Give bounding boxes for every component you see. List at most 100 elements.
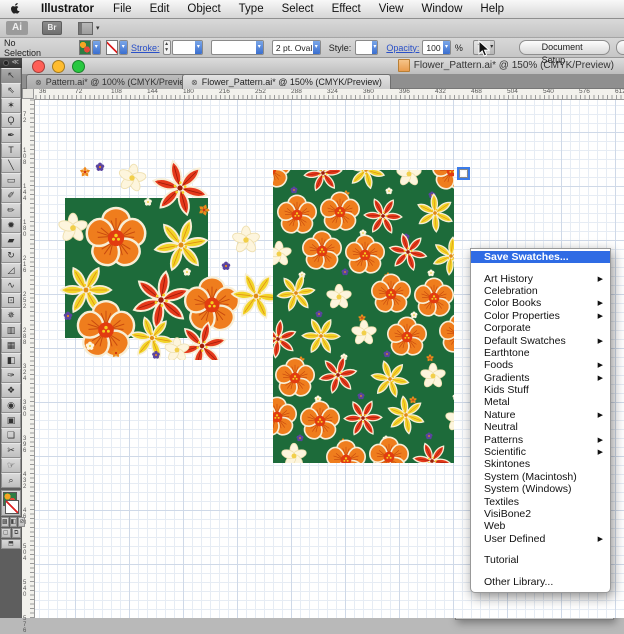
live-paint-selection-tool[interactable]: ▣ — [1, 413, 21, 428]
menu-help[interactable]: Help — [471, 0, 513, 18]
menu-item-foods[interactable]: Foods▶ — [471, 359, 610, 371]
menu-item-nature[interactable]: Nature▶ — [471, 409, 610, 421]
menu-type[interactable]: Type — [230, 0, 273, 18]
menu-effect[interactable]: Effect — [323, 0, 370, 18]
rectangle-tool[interactable]: ▭ — [1, 173, 21, 188]
menu-item-gradients[interactable]: Gradients▶ — [471, 372, 610, 384]
gradient-button[interactable]: ◧ — [10, 517, 18, 527]
menu-select[interactable]: Select — [273, 0, 323, 18]
direct-selection-tool[interactable]: ⇖ — [1, 83, 21, 98]
menu-file[interactable]: File — [104, 0, 141, 18]
stroke-color-swatch[interactable] — [106, 40, 118, 55]
menu-item-visibone2[interactable]: VisiBone2 — [471, 508, 610, 520]
zoom-tool[interactable]: ⌕ — [1, 473, 21, 488]
menu-item-scientific[interactable]: Scientific▶ — [471, 446, 610, 458]
close-window-button[interactable] — [32, 60, 45, 73]
swatch[interactable] — [459, 169, 468, 178]
collapse-icon[interactable]: ≪ — [12, 59, 19, 66]
line-segment-tool[interactable]: ╲ — [1, 158, 21, 173]
menu-item-color-books[interactable]: Color Books▶ — [471, 297, 610, 309]
stroke-weight-stepper[interactable]: ▲▼ — [163, 40, 171, 55]
pattern-fill-artboard[interactable] — [273, 170, 454, 463]
eyedropper-tool[interactable]: ✑ — [1, 368, 21, 383]
fill-color-swatch[interactable] — [79, 40, 91, 55]
stroke-none-swatch[interactable] — [5, 500, 19, 514]
stroke-panel-link[interactable]: Stroke: — [131, 43, 160, 53]
menu-item-earthtone[interactable]: Earthtone — [471, 347, 610, 359]
opacity-combo[interactable]: 100▾ — [422, 40, 451, 55]
draw-behind-button[interactable]: ⧉ — [12, 528, 22, 538]
none-button[interactable]: ⊘ — [18, 517, 25, 527]
menu-view[interactable]: View — [370, 0, 413, 18]
lasso-tool[interactable]: Ϙ — [1, 113, 21, 128]
vertical-ruler[interactable]: 3 67 21 0 81 4 41 8 02 1 62 5 22 8 83 2 … — [22, 99, 35, 618]
tab-flower-pattern-ai[interactable]: ⊗ Flower_Pattern.ai* @ 150% (CMYK/Previe… — [182, 74, 391, 89]
menu-item-patterns[interactable]: Patterns▶ — [471, 433, 610, 445]
zoom-window-button[interactable] — [72, 60, 85, 73]
close-tab-icon[interactable]: ⊗ — [191, 78, 198, 87]
tab-pattern-ai[interactable]: ⊗ Pattern.ai* @ 100% (CMYK/Preview) — [26, 74, 203, 89]
document-window-titlebar[interactable]: Flower_Pattern.ai* @ 150% (CMYK/Preview) — [22, 57, 624, 75]
pen-tool[interactable]: ✒ — [1, 128, 21, 143]
document-setup-button[interactable]: Document Setup — [519, 40, 611, 55]
scale-tool[interactable]: ◿ — [1, 263, 21, 278]
menu-item-neutral[interactable]: Neutral — [471, 421, 610, 433]
menu-item-kids-stuff[interactable]: Kids Stuff — [471, 384, 610, 396]
apple-menu-icon[interactable] — [10, 2, 21, 17]
variable-width-combo[interactable]: ▾ — [211, 40, 264, 55]
app-menu[interactable]: Illustrator — [31, 0, 104, 18]
menu-item-art-history[interactable]: Art History▶ — [471, 272, 610, 284]
close-tab-icon[interactable]: ⊗ — [35, 78, 42, 87]
tools-panel-header[interactable]: ≪ — [0, 57, 22, 68]
menu-item-color-properties[interactable]: Color Properties▶ — [471, 310, 610, 322]
free-transform-tool[interactable]: ⊡ — [1, 293, 21, 308]
arrange-documents-button[interactable]: ▾ — [78, 22, 100, 35]
menu-item-default-swatches[interactable]: Default Swatches▶ — [471, 334, 610, 346]
blob-brush-tool[interactable]: ✹ — [1, 218, 21, 233]
menu-window[interactable]: Window — [412, 0, 471, 18]
menu-item-web[interactable]: Web — [471, 520, 610, 532]
ruler-origin-corner[interactable] — [22, 88, 34, 99]
mesh-tool[interactable]: ▦ — [1, 338, 21, 353]
hand-tool[interactable]: ☞ — [1, 458, 21, 473]
menu-item-metal[interactable]: Metal — [471, 396, 610, 408]
width-tool[interactable]: ∿ — [1, 278, 21, 293]
opacity-link[interactable]: Opacity: — [386, 43, 419, 53]
live-paint-bucket-tool[interactable]: ◉ — [1, 398, 21, 413]
menu-object[interactable]: Object — [178, 0, 229, 18]
magic-wand-tool[interactable]: ✶ — [1, 98, 21, 113]
bridge-button[interactable]: Br — [42, 21, 62, 35]
column-graph-tool[interactable]: ▥ — [1, 323, 21, 338]
menu-item-user-defined[interactable]: User Defined▶ — [471, 533, 610, 545]
selection-tool[interactable]: ↖ — [1, 68, 21, 83]
artboard-tool[interactable]: ❏ — [1, 428, 21, 443]
menu-edit[interactable]: Edit — [141, 0, 179, 18]
rotate-tool[interactable]: ↻ — [1, 248, 21, 263]
menu-item-save-swatches[interactable]: Save Swatches... — [471, 251, 610, 263]
blend-tool[interactable]: ❖ — [1, 383, 21, 398]
fill-dropdown[interactable]: ▾ — [92, 40, 101, 55]
paintbrush-tool[interactable]: ✐ — [1, 188, 21, 203]
menu-item-textiles[interactable]: Textiles — [471, 495, 610, 507]
preferences-button-partial[interactable] — [616, 40, 624, 55]
slice-tool[interactable]: ✂ — [1, 443, 21, 458]
style-combo[interactable]: ▾ — [355, 40, 378, 55]
menu-item-corporate[interactable]: Corporate — [471, 322, 610, 334]
menu-item-tutorial[interactable]: Tutorial — [471, 554, 610, 566]
fill-stroke-indicator[interactable] — [1, 490, 21, 516]
pencil-tool[interactable]: ✏ — [1, 203, 21, 218]
minimize-window-button[interactable] — [52, 60, 65, 73]
eraser-tool[interactable]: ▰ — [1, 233, 21, 248]
brush-combo[interactable]: 2 pt. Oval▾ — [272, 40, 321, 55]
draw-normal-button[interactable]: ▢ — [1, 528, 11, 538]
horizontal-ruler[interactable]: 3672108144180216252288324360396432468504… — [22, 88, 624, 100]
stroke-dropdown[interactable]: ▾ — [119, 40, 128, 55]
menu-item-skintones[interactable]: Skintones — [471, 458, 610, 470]
menu-item-system-windows[interactable]: System (Windows) — [471, 483, 610, 495]
screen-mode-button[interactable]: ⬒ — [1, 539, 21, 549]
menu-item-celebration[interactable]: Celebration — [471, 285, 610, 297]
gradient-tool[interactable]: ◧ — [1, 353, 21, 368]
menu-item-other-library[interactable]: Other Library... — [471, 575, 610, 587]
pattern-source-artwork[interactable] — [40, 150, 280, 360]
type-tool[interactable]: T — [1, 143, 21, 158]
